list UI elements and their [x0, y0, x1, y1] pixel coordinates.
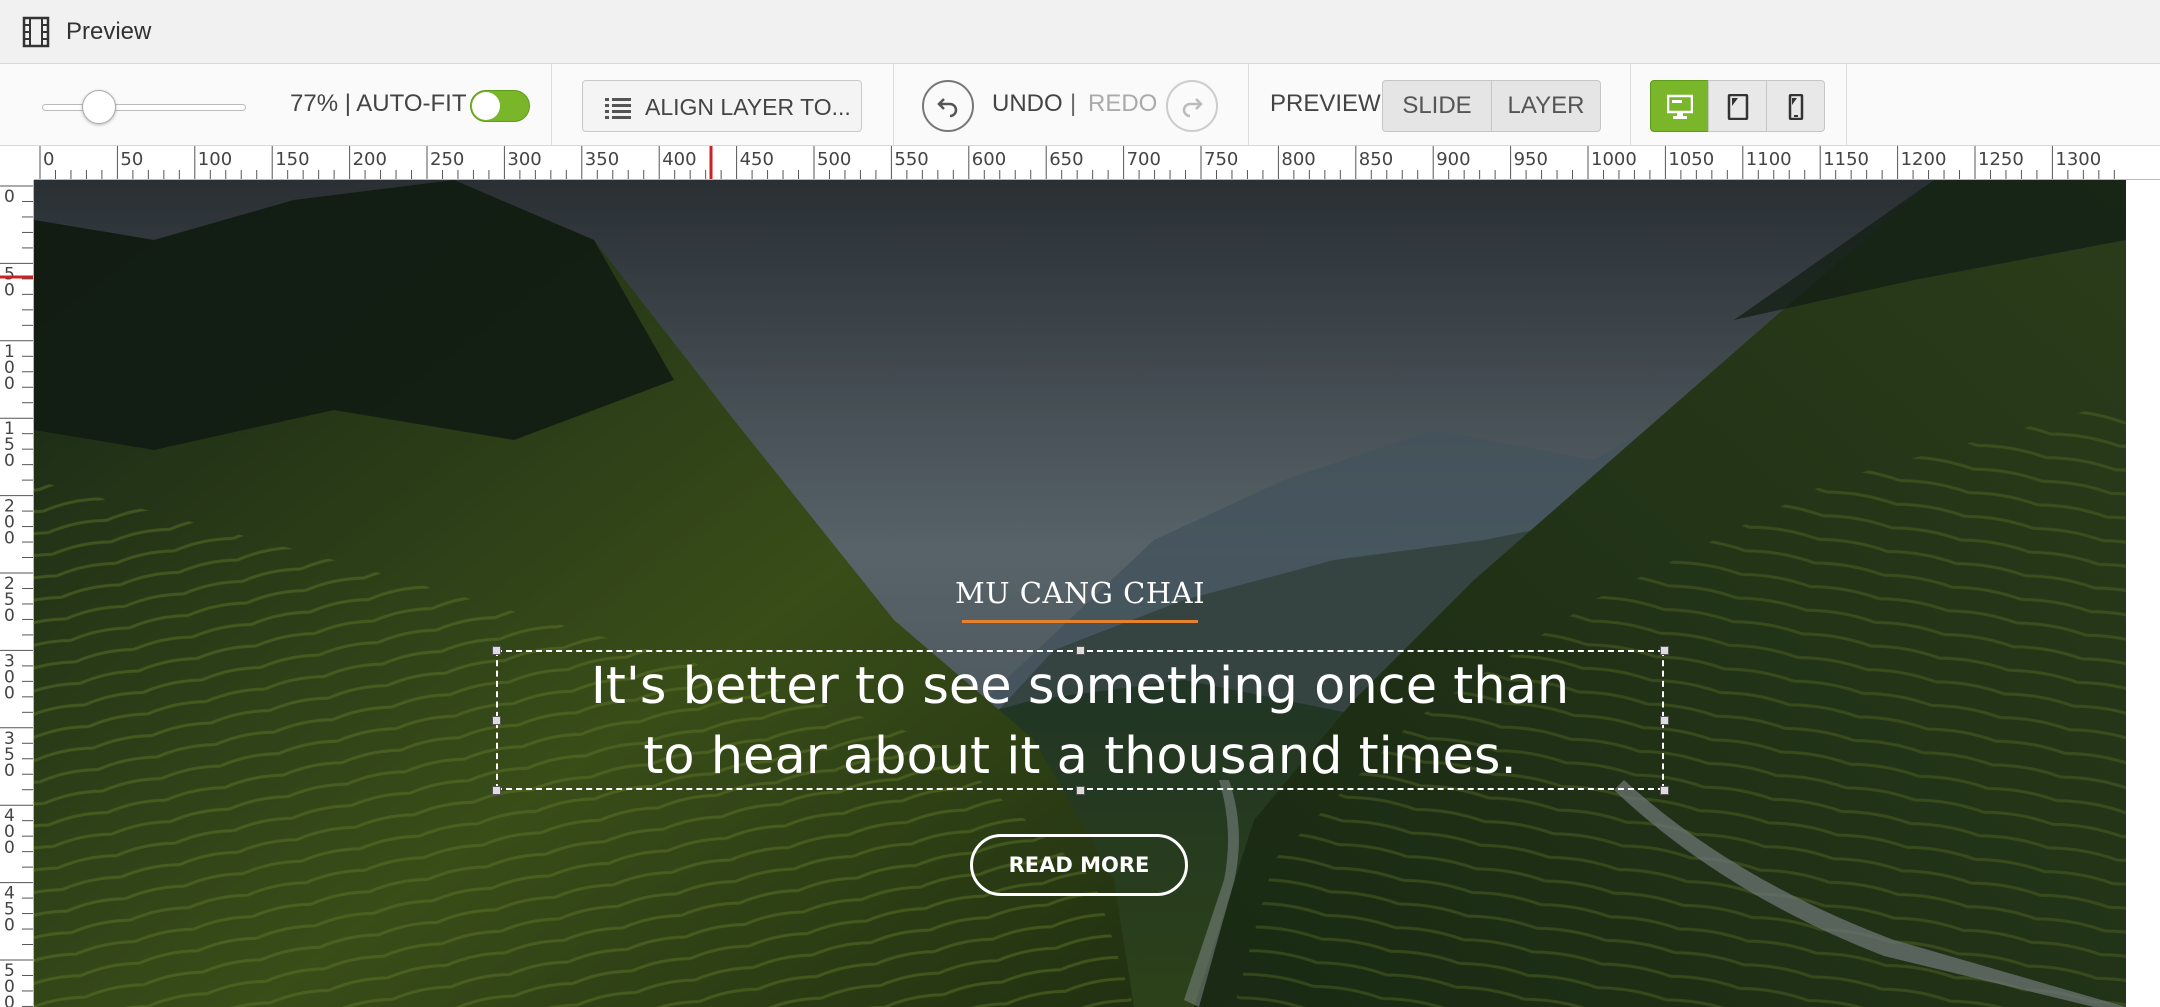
redo-button[interactable]: [1166, 80, 1218, 132]
toolbar-divider: [1846, 64, 1847, 146]
undo-redo-separator: |: [1070, 90, 1077, 117]
selected-headline-layer[interactable]: It's better to see something once than t…: [496, 650, 1664, 790]
ruler-label: 0: [43, 149, 54, 170]
ruler-label: 0: [4, 916, 15, 936]
resize-handle[interactable]: [1660, 716, 1669, 725]
ruler-label: 750: [1204, 149, 1238, 170]
toolbar-divider: [551, 64, 552, 146]
resize-handle[interactable]: [492, 716, 501, 725]
ruler-label: 1300: [2055, 149, 2101, 170]
ruler-label: 100: [198, 149, 232, 170]
device-tablet-button[interactable]: [1708, 80, 1767, 132]
read-more-button[interactable]: READ MORE: [970, 834, 1188, 896]
undo-icon: [937, 98, 958, 118]
autofit-toggle[interactable]: [470, 90, 530, 122]
preview-layer-button[interactable]: LAYER: [1491, 80, 1601, 132]
vertical-ruler: 050100150200250300350400450500: [0, 180, 34, 1007]
window-title: Preview: [66, 18, 152, 45]
ruler-label: 500: [817, 149, 851, 170]
toolbar-divider: [1248, 64, 1249, 146]
zoom-slider-thumb[interactable]: [82, 90, 116, 124]
ruler-label: 700: [1127, 149, 1161, 170]
film-icon: [22, 16, 50, 48]
ruler-label: 250: [430, 149, 464, 170]
ruler-label: 0: [4, 993, 15, 1007]
ruler-label: 0: [4, 606, 15, 626]
ruler-label: 1250: [1978, 149, 2024, 170]
ruler-label: 800: [1281, 149, 1315, 170]
ruler-label: 1200: [1901, 149, 1947, 170]
ruler-label: 900: [1436, 149, 1470, 170]
canvas-margin: [2126, 180, 2160, 1007]
ruler-label: 50: [120, 149, 143, 170]
ruler-label: 0: [4, 683, 15, 703]
tablet-icon: [1727, 94, 1749, 120]
ruler-label: 450: [740, 149, 774, 170]
slide-canvas[interactable]: MU CANG CHAI It's better to see somethin…: [34, 180, 2126, 1007]
redo-label[interactable]: REDO: [1088, 90, 1157, 118]
ruler-label: 350: [585, 149, 619, 170]
toolbar-divider: [893, 64, 894, 146]
ruler-label: 400: [662, 149, 696, 170]
ruler-label: 0: [4, 529, 15, 549]
ruler-label: 300: [507, 149, 541, 170]
ruler-label: 850: [1359, 149, 1393, 170]
headline-line-2: to hear about it a thousand times.: [643, 727, 1517, 786]
ruler-corner: [0, 146, 34, 180]
ruler-label: 550: [894, 149, 928, 170]
undo-button[interactable]: [922, 80, 974, 132]
align-list-icon: [605, 98, 631, 119]
ruler-label: 650: [1049, 149, 1083, 170]
resize-handle[interactable]: [1660, 786, 1669, 795]
ruler-label: 200: [353, 149, 387, 170]
ruler-label: 950: [1514, 149, 1548, 170]
ruler-label: 600: [972, 149, 1006, 170]
ruler-label: 1000: [1591, 149, 1637, 170]
vertical-ruler-scale: 050100150200250300350400450500: [0, 185, 33, 1007]
zoom-label: 77% | AUTO-FIT: [290, 90, 467, 117]
ruler-label: 0: [4, 374, 15, 394]
ruler-label: 0: [4, 187, 15, 207]
device-phone-button[interactable]: [1766, 80, 1825, 132]
toolbar-divider: [1630, 64, 1631, 146]
slide-subtitle[interactable]: MU CANG CHAI: [34, 576, 2126, 610]
align-layer-label: ALIGN LAYER TO...: [645, 94, 851, 120]
ruler-label: 0: [4, 451, 15, 471]
ruler-label: 1050: [1668, 149, 1714, 170]
ruler-label: 0: [4, 838, 15, 858]
window-titlebar: Preview: [0, 0, 2160, 64]
editor-toolbar: 77% | AUTO-FIT ALIGN LAYER TO... UNDO | …: [0, 64, 2160, 146]
phone-icon: [1788, 94, 1804, 120]
resize-handle[interactable]: [492, 786, 501, 795]
headline-line-1: It's better to see something once than: [590, 657, 1570, 716]
horizontal-ruler-scale: 0 50 100 150 200 250 300 350 400 450 500 550 600 650 7…: [39, 146, 2115, 179]
redo-icon: [1182, 98, 1203, 118]
resize-handle[interactable]: [1076, 786, 1085, 795]
subtitle-underline: [962, 620, 1198, 623]
ruler-label: 0: [4, 280, 15, 300]
undo-label[interactable]: UNDO: [992, 90, 1063, 118]
preview-slide-button[interactable]: SLIDE: [1382, 80, 1492, 132]
horizontal-ruler: 0 50 100 150 200 250 300 350 400 450 500 550 600 650 7…: [0, 146, 2160, 180]
ruler-label: 1150: [1823, 149, 1869, 170]
ruler-label: 0: [4, 761, 15, 781]
desktop-icon: [1667, 94, 1693, 119]
resize-handle[interactable]: [1076, 646, 1085, 655]
align-layer-button[interactable]: ALIGN LAYER TO...: [582, 80, 862, 132]
ruler-label: 1100: [1746, 149, 1792, 170]
ruler-label: 150: [275, 149, 309, 170]
device-desktop-button[interactable]: [1650, 80, 1709, 132]
resize-handle[interactable]: [492, 646, 501, 655]
autofit-toggle-knob: [472, 92, 500, 120]
resize-handle[interactable]: [1660, 646, 1669, 655]
preview-label: PREVIEW: [1270, 90, 1381, 117]
zoom-slider-track[interactable]: [42, 104, 246, 111]
